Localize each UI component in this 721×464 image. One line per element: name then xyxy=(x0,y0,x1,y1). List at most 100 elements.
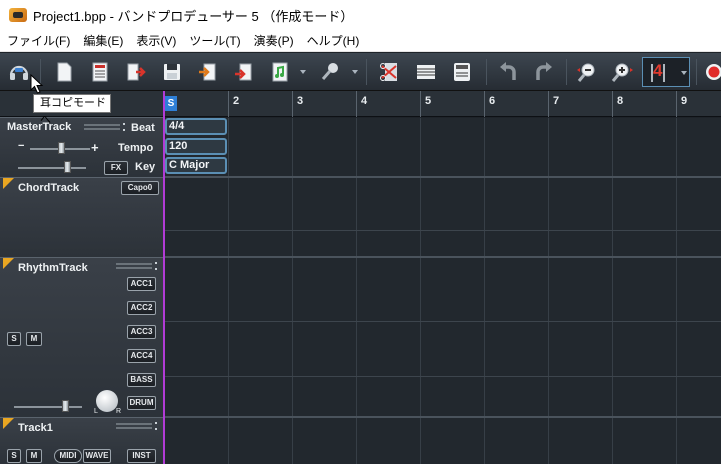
menu-help[interactable]: ヘルプ(H) xyxy=(300,32,366,49)
microphone-icon[interactable] xyxy=(316,58,344,86)
track1-name: Track1 xyxy=(18,422,53,434)
menu-view[interactable]: 表示(V) xyxy=(129,32,182,49)
track1-header: Track1 S M MIDI WAVE INST xyxy=(0,417,163,464)
toolbar: 4 xyxy=(0,53,721,91)
chevron-down-icon[interactable] xyxy=(352,70,358,74)
import-alt-icon[interactable] xyxy=(230,58,258,86)
ruler-measure-number: 8 xyxy=(617,95,624,107)
menu-edit[interactable]: 編集(E) xyxy=(76,32,129,49)
master-volume-indicator xyxy=(84,124,120,130)
ruler-measure[interactable]: 9 xyxy=(676,91,721,117)
track1-options-icon[interactable] xyxy=(155,422,157,430)
track1-volume-indicator xyxy=(116,423,152,429)
key-value-cell[interactable]: C Major xyxy=(165,157,227,174)
minus-icon[interactable]: − xyxy=(18,140,24,152)
toolbar-separator xyxy=(366,59,367,85)
save-icon[interactable] xyxy=(158,58,186,86)
tooltip: 耳コピモードへ xyxy=(33,94,111,126)
acc2-button[interactable]: ACC2 xyxy=(127,301,156,315)
toolbar-separator xyxy=(566,59,567,85)
zoom-in-icon[interactable] xyxy=(608,58,636,86)
menu-bar: ファイル(F) 編集(E) 表示(V) ツール(T) 演奏(P) ヘルプ(H) xyxy=(0,30,721,52)
master-track-header: MasterTrack Beat − + Tempo FX Key xyxy=(0,117,163,177)
bass-button[interactable]: BASS xyxy=(127,373,156,387)
inst-button[interactable]: INST xyxy=(127,449,156,463)
wave-button[interactable]: WAVE xyxy=(83,449,111,463)
ruler-measure[interactable]: 4 xyxy=(356,91,420,117)
master-volume-slider-track xyxy=(18,167,86,169)
undo-icon[interactable] xyxy=(494,58,522,86)
music-note-icon[interactable] xyxy=(266,58,294,86)
mute-button[interactable]: M xyxy=(26,449,42,463)
rhythm-track-name: RhythmTrack xyxy=(18,262,88,274)
app-icon xyxy=(9,8,27,22)
acc4-button[interactable]: ACC4 xyxy=(127,349,156,363)
rhythm-track-header: RhythmTrack ACC1 ACC2 ACC3 ACC4 BASS DRU… xyxy=(0,257,163,417)
rhythm-volume-knob[interactable] xyxy=(62,400,69,412)
pan-left-label: L xyxy=(94,408,98,415)
chord-track-header: ChordTrack Capo0 xyxy=(0,177,163,257)
ruler-measure[interactable]: 6 xyxy=(484,91,548,117)
plus-icon[interactable]: + xyxy=(91,140,99,155)
solo-button[interactable]: S xyxy=(7,332,21,346)
acc3-button[interactable]: ACC3 xyxy=(127,325,156,339)
midi-button[interactable]: MIDI xyxy=(54,449,82,463)
chevron-down-icon xyxy=(681,71,687,75)
window-title: Project1.bpp - バンドプロデューサー 5 （作成モード） xyxy=(33,8,354,24)
start-marker[interactable]: S xyxy=(165,96,177,111)
ruler-measure[interactable]: 8 xyxy=(612,91,676,117)
rhythm-volume-indicator xyxy=(116,263,152,269)
import-icon[interactable] xyxy=(194,58,222,86)
ruler-measure[interactable]: 5 xyxy=(420,91,484,117)
ruler-measure-number: 3 xyxy=(297,95,304,107)
pan-knob[interactable] xyxy=(96,390,118,412)
list-icon[interactable] xyxy=(86,58,114,86)
chord-track-name: ChordTrack xyxy=(18,182,80,194)
menu-tools[interactable]: ツール(T) xyxy=(182,32,246,49)
master-volume-knob[interactable] xyxy=(64,161,71,173)
ruler-measure-number: 6 xyxy=(489,95,496,107)
score-icon[interactable] xyxy=(412,58,440,86)
rhythm-options-icon[interactable] xyxy=(155,262,157,270)
rhythm-volume-slider-track xyxy=(14,406,82,408)
track-color-tab xyxy=(3,178,14,189)
beat-value-cell[interactable]: 4/4 xyxy=(165,118,227,135)
ruler-measure[interactable]: 2 xyxy=(228,91,292,117)
acc1-button[interactable]: ACC1 xyxy=(127,277,156,291)
menu-file[interactable]: ファイル(F) xyxy=(0,32,76,49)
record-icon[interactable] xyxy=(700,58,721,86)
score-alt-icon[interactable] xyxy=(448,58,476,86)
redo-icon[interactable] xyxy=(530,58,558,86)
ruler-measure-number: 4 xyxy=(361,95,368,107)
drum-button[interactable]: DRUM xyxy=(127,396,156,410)
headphones-icon[interactable] xyxy=(5,58,33,86)
measure-count-select[interactable]: 4 xyxy=(642,57,690,87)
ruler-measure-number: 9 xyxy=(681,95,688,107)
toolbar-separator xyxy=(486,59,487,85)
ruler-measure-number: 5 xyxy=(425,95,432,107)
solo-button[interactable]: S xyxy=(7,449,21,463)
zoom-out-icon[interactable] xyxy=(574,58,602,86)
new-document-icon[interactable] xyxy=(50,58,78,86)
master-options-icon[interactable] xyxy=(123,123,125,131)
cut-icon[interactable] xyxy=(376,58,404,86)
arrangement-grid[interactable] xyxy=(164,118,721,464)
ruler-measure[interactable]: 7 xyxy=(548,91,612,117)
tempo-value-cell[interactable]: 120 xyxy=(165,138,227,155)
mouse-cursor-icon xyxy=(30,74,44,94)
track-color-tab xyxy=(3,418,14,429)
ruler-measure[interactable]: 3 xyxy=(292,91,356,117)
export-icon[interactable] xyxy=(122,58,150,86)
chevron-down-icon[interactable] xyxy=(300,70,306,74)
master-slider-knob[interactable] xyxy=(58,142,65,154)
capo-button[interactable]: Capo0 xyxy=(121,181,159,195)
pan-right-label: R xyxy=(116,408,122,415)
menu-play[interactable]: 演奏(P) xyxy=(247,32,300,49)
fx-button[interactable]: FX xyxy=(104,161,128,175)
toolbar-separator xyxy=(696,59,697,85)
ruler-measure-number: 2 xyxy=(233,95,240,107)
title-bar: Project1.bpp - バンドプロデューサー 5 （作成モード） xyxy=(0,0,721,30)
tempo-label: Tempo xyxy=(118,142,154,154)
ruler-measure-number: 7 xyxy=(553,95,560,107)
mute-button[interactable]: M xyxy=(26,332,42,346)
